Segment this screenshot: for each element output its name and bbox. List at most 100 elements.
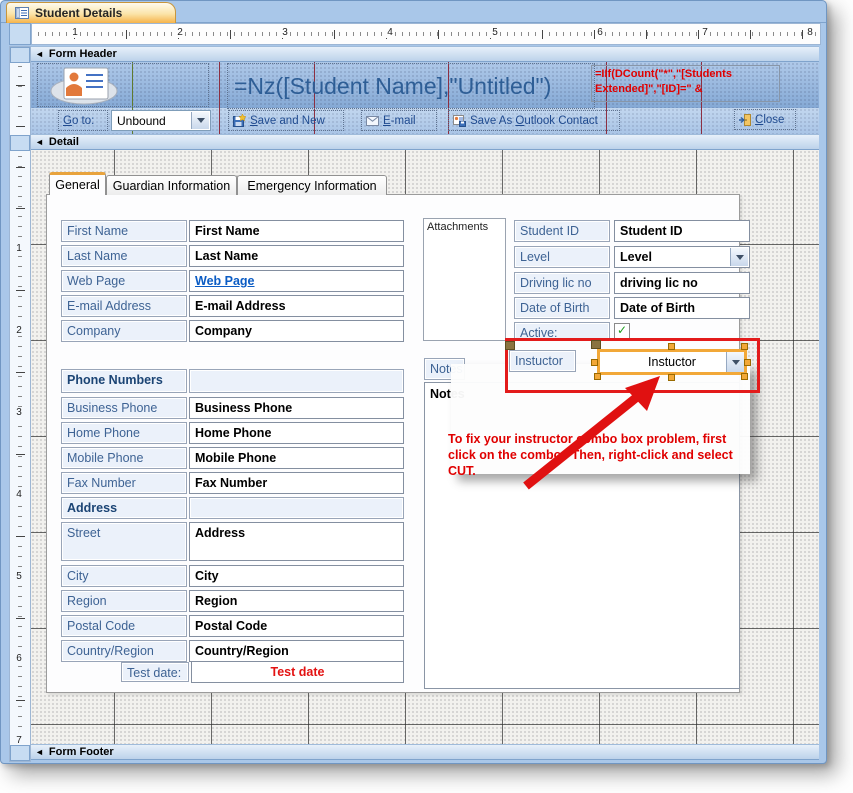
label-fax-number: Fax Number <box>61 472 187 494</box>
grid-line <box>219 62 220 134</box>
count-formula-textbox[interactable]: =IIf(DCount("*","[Students Extended]","[… <box>591 65 780 102</box>
field-street-address[interactable]: Address <box>189 522 404 561</box>
count-formula-line1: =IIf(DCount("*","[Students <box>595 67 776 82</box>
form-header-selector[interactable] <box>10 47 30 63</box>
field-web-page[interactable]: Web Page <box>189 270 404 292</box>
form-header-bar[interactable]: ◄ Form Header <box>31 46 819 62</box>
field-fax-number[interactable]: Fax Number <box>189 472 404 494</box>
label-mobile-phone: Mobile Phone <box>61 447 187 469</box>
field-region[interactable]: Region <box>189 590 404 612</box>
annotation-arrow-icon <box>441 371 681 511</box>
ruler-v-number: 3 <box>10 407 28 418</box>
label-driving-lic-no: Driving lic no <box>514 272 610 294</box>
selection-handle-bottom-right[interactable] <box>741 373 748 380</box>
goto-combobox[interactable]: Unbound <box>111 110 211 131</box>
field-first-name[interactable]: First Name <box>189 220 404 242</box>
tab-general[interactable]: General <box>49 172 106 195</box>
form-footer-bar[interactable]: ◄ Form Footer <box>31 744 819 760</box>
form-icon <box>15 7 29 19</box>
attachments-control[interactable]: Attachments <box>423 218 506 341</box>
access-document-window: Student Details 1 2 3 4 5 6 7 8 1 2 3 4 … <box>0 0 827 764</box>
level-dropdown-button[interactable] <box>730 248 748 266</box>
goto-label: Go to: <box>58 110 108 131</box>
grid-line <box>31 724 819 725</box>
goto-combobox-value: Unbound <box>117 114 166 128</box>
screenshot-root: Student Details 1 2 3 4 5 6 7 8 1 2 3 4 … <box>0 0 853 793</box>
ruler-h-number: 1 <box>70 27 80 38</box>
label-test-date: Test date: <box>121 662 189 682</box>
save-new-icon <box>233 114 246 127</box>
form-header-bar-label: Form Header <box>49 48 117 60</box>
section-arrow-icon: ◄ <box>35 748 44 757</box>
ruler-h-number: 5 <box>490 27 500 38</box>
form-footer-bar-label: Form Footer <box>49 746 114 758</box>
selection-handle-left[interactable] <box>591 359 598 366</box>
tab-student-details[interactable]: Student Details <box>6 2 176 23</box>
field-date-of-birth[interactable]: Date of Birth <box>614 297 750 319</box>
label-student-id: Student ID <box>514 220 610 242</box>
ruler-v-number: 4 <box>10 489 28 500</box>
field-city[interactable]: City <box>189 565 404 587</box>
logo-control-box[interactable] <box>37 63 209 107</box>
detail-bar-label: Detail <box>49 136 79 148</box>
ruler-h-number: 3 <box>280 27 290 38</box>
field-email-address[interactable]: E-mail Address <box>189 295 404 317</box>
selection-handle-top-right[interactable] <box>741 343 748 350</box>
label-web-page: Web Page <box>61 270 187 292</box>
selection-handle-top[interactable] <box>668 343 675 350</box>
heading-phone-numbers: Phone Numbers <box>61 369 187 393</box>
tab-guardian-information[interactable]: Guardian Information <box>106 175 237 195</box>
outlook-contact-icon <box>453 115 466 127</box>
field-driving-lic-no[interactable]: driving lic no <box>614 272 750 294</box>
field-test-date[interactable]: Test date <box>191 661 404 683</box>
form-footer-selector[interactable] <box>10 745 30 761</box>
label-level: Level <box>514 246 610 268</box>
field-student-id[interactable]: Student ID <box>614 220 750 242</box>
section-arrow-icon: ◄ <box>35 50 44 59</box>
label-street: Street <box>61 522 187 561</box>
ruler-v-number: 2 <box>10 325 28 336</box>
label-business-phone: Business Phone <box>61 397 187 419</box>
heading-address: Address <box>61 497 187 519</box>
detail-selector[interactable] <box>10 135 30 151</box>
save-and-new-button[interactable]: Save and New <box>228 110 344 131</box>
label-first-name: First Name <box>61 220 187 242</box>
horizontal-ruler: 1 2 3 4 5 6 7 8 <box>31 23 821 45</box>
instructor-combo-move-handle[interactable] <box>591 340 601 349</box>
detail-bar[interactable]: ◄ Detail <box>31 134 819 150</box>
field-country-region[interactable]: Country/Region <box>189 640 404 662</box>
field-level-combobox[interactable]: Level <box>614 246 750 268</box>
instructor-label-move-handle[interactable] <box>505 341 515 350</box>
grid-line <box>793 150 794 744</box>
field-last-name[interactable]: Last Name <box>189 245 404 267</box>
email-button[interactable]: E-mail <box>361 110 437 131</box>
goto-dropdown-button[interactable] <box>191 112 209 129</box>
field-home-phone[interactable]: Home Phone <box>189 422 404 444</box>
label-country-region: Country/Region <box>61 640 187 662</box>
email-icon <box>366 116 379 126</box>
label-email-address: E-mail Address <box>61 295 187 317</box>
ruler-h-number: 8 <box>805 27 815 38</box>
save-as-outlook-contact-button[interactable]: Save As Outlook Contact <box>448 110 620 131</box>
selection-handle-right[interactable] <box>744 359 751 366</box>
ruler-h-number: 7 <box>700 27 710 38</box>
tab-emergency-information[interactable]: Emergency Information <box>237 175 387 195</box>
close-door-icon <box>739 114 751 126</box>
ruler-h-number: 6 <box>595 27 605 38</box>
field-company[interactable]: Company <box>189 320 404 342</box>
field-postal-code[interactable]: Postal Code <box>189 615 404 637</box>
active-checkbox[interactable]: ✓ <box>614 323 630 339</box>
count-formula-line2: Extended]","[ID]=" & <box>595 82 776 97</box>
ruler-h-number: 2 <box>175 27 185 38</box>
form-title-textbox[interactable]: =Nz([Student Name],"Untitled") <box>227 63 595 109</box>
field-business-phone[interactable]: Business Phone <box>189 397 404 419</box>
close-button[interactable]: Close <box>734 109 796 130</box>
ruler-h-number: 4 <box>385 27 395 38</box>
label-date-of-birth: Date of Birth <box>514 297 610 319</box>
document-tab-bar: Student Details <box>1 1 826 23</box>
ruler-v-number: 5 <box>10 571 28 582</box>
label-region: Region <box>61 590 187 612</box>
label-company: Company <box>61 320 187 342</box>
document-tab-title: Student Details <box>35 6 122 20</box>
field-mobile-phone[interactable]: Mobile Phone <box>189 447 404 469</box>
